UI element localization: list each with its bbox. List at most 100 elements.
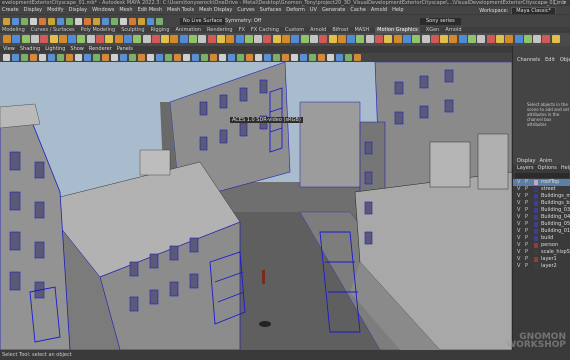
viewport-tool-icon[interactable] xyxy=(291,54,298,61)
layer-color-swatch[interactable] xyxy=(534,194,538,199)
menu-item[interactable]: Windows xyxy=(92,6,114,14)
status-tool-icon[interactable] xyxy=(129,18,136,25)
menu-item[interactable]: UV xyxy=(310,6,317,14)
viewport-tool-icon[interactable] xyxy=(318,54,325,61)
layer-visibility-toggle[interactable]: V xyxy=(517,179,520,186)
shelf-tool-icon[interactable] xyxy=(77,35,86,43)
shelf-tool-icon[interactable] xyxy=(402,35,411,43)
status-tool-icon[interactable] xyxy=(120,18,127,25)
viewport-tool-icon[interactable] xyxy=(336,54,343,61)
shelf-tool-icon[interactable] xyxy=(309,35,318,43)
viewport-tool-icon[interactable] xyxy=(3,54,10,61)
shelf-tool-icon[interactable] xyxy=(21,35,30,43)
shelf-tool-icon[interactable] xyxy=(300,35,309,43)
layer-visibility-toggle[interactable]: V xyxy=(517,228,520,235)
shelf-tool-icon[interactable] xyxy=(170,35,179,43)
shelf-tool-icon[interactable] xyxy=(291,35,300,43)
channelbox-tab[interactable]: Channels xyxy=(517,57,540,63)
layer-row[interactable]: VPscale_hispShow xyxy=(513,249,570,256)
viewport-menu-item[interactable]: Panels xyxy=(117,46,133,53)
shelf-tool-icon[interactable] xyxy=(347,35,356,43)
viewport-menu-item[interactable]: View xyxy=(3,46,15,53)
shelf-tool-icon[interactable] xyxy=(207,35,216,43)
viewport-tool-icon[interactable] xyxy=(210,54,217,61)
shelf-tool-icon[interactable] xyxy=(282,35,290,43)
viewport-tool-icon[interactable] xyxy=(255,54,262,61)
layer-visibility-toggle[interactable]: V xyxy=(517,249,520,256)
shelf-tool-icon[interactable] xyxy=(477,35,486,43)
channelbox-tab[interactable]: Object xyxy=(560,57,570,63)
viewport-tool-icon[interactable] xyxy=(183,54,190,61)
viewport-tool-icon[interactable] xyxy=(102,54,109,61)
shelf-tool-icon[interactable] xyxy=(49,35,58,43)
layer-row[interactable]: V P Building_04 xyxy=(513,214,570,221)
viewport-tool-icon[interactable] xyxy=(129,54,136,61)
shelf-tool-icon[interactable] xyxy=(216,35,225,43)
layer-visibility-toggle[interactable]: V xyxy=(517,221,520,228)
layer-visibility-toggle[interactable]: V xyxy=(517,193,520,200)
menu-item[interactable]: Mesh Tools xyxy=(167,6,194,14)
layer-color-swatch[interactable] xyxy=(534,215,538,220)
layer-row[interactable]: V Player2 xyxy=(513,263,570,270)
layer-visibility-toggle[interactable]: V xyxy=(517,214,520,221)
shelf-tool-icon[interactable] xyxy=(96,35,104,43)
status-tool-icon[interactable] xyxy=(12,18,19,25)
layer-color-swatch[interactable] xyxy=(534,222,538,227)
layer-playback-toggle[interactable]: P xyxy=(525,235,528,242)
layer-row[interactable]: V Pbuild xyxy=(513,235,570,242)
shelf-tool-icon[interactable] xyxy=(30,35,39,43)
viewport-tool-icon[interactable] xyxy=(219,54,226,61)
status-tool-icon[interactable] xyxy=(3,18,10,25)
shelf-tool-icon[interactable] xyxy=(458,35,467,43)
layer-playback-toggle[interactable]: P xyxy=(525,186,528,193)
shelf-tool-icon[interactable] xyxy=(449,35,458,43)
layer-visibility-toggle[interactable]: V xyxy=(517,235,520,242)
layer-row[interactable]: V Pperson xyxy=(513,242,570,249)
menu-item[interactable]: Curves xyxy=(237,6,254,14)
viewport-tool-icon[interactable] xyxy=(345,54,352,61)
layer-playback-toggle[interactable]: P xyxy=(525,228,528,235)
shelf-tool-icon[interactable] xyxy=(244,35,253,43)
shelf-tool-icon[interactable] xyxy=(319,35,328,43)
layer-row[interactable]: V ProofTop xyxy=(513,179,570,186)
shelf-tool-icon[interactable] xyxy=(523,35,532,43)
viewport-tool-icon[interactable] xyxy=(21,54,28,61)
viewport-tool-icon[interactable] xyxy=(138,54,145,61)
viewport-scene[interactable] xyxy=(0,62,512,350)
menu-item[interactable]: Generate xyxy=(322,6,345,14)
shelf-tool-icon[interactable] xyxy=(486,35,495,43)
layer-editor-tab[interactable]: Anim xyxy=(539,158,552,165)
shelf-tool-icon[interactable] xyxy=(533,35,542,43)
layer-playback-toggle[interactable]: P xyxy=(525,179,528,186)
layer-color-swatch[interactable] xyxy=(534,236,538,241)
viewport-menu-item[interactable]: Renderer xyxy=(89,46,112,53)
viewport-tool-icon[interactable] xyxy=(93,54,100,61)
layer-color-swatch[interactable] xyxy=(534,201,538,206)
shelf-tool-icon[interactable] xyxy=(105,35,114,43)
render-camera-field[interactable]: Sony series xyxy=(420,18,461,25)
shelf-tool-icon[interactable] xyxy=(356,35,365,43)
shelf-tool-icon[interactable] xyxy=(272,35,281,43)
shelf-tool-icon[interactable] xyxy=(40,35,49,43)
shelf-tool-icon[interactable] xyxy=(542,35,551,43)
shelf-tool-icon[interactable] xyxy=(189,35,197,43)
shelf-tool-icon[interactable] xyxy=(430,35,439,43)
status-tool-icon[interactable] xyxy=(48,18,55,25)
viewport-menu-item[interactable]: Shading xyxy=(20,46,40,53)
shelf-tool-icon[interactable] xyxy=(12,35,21,43)
shelf-tool-icon[interactable] xyxy=(468,35,476,43)
viewport-tool-icon[interactable] xyxy=(120,54,127,61)
layer-playback-toggle[interactable]: P xyxy=(525,263,528,270)
viewport-tool-icon[interactable] xyxy=(84,54,91,61)
layer-playback-toggle[interactable]: P xyxy=(525,221,528,228)
shelf-tool-icon[interactable] xyxy=(123,35,132,43)
layer-row[interactable]: V P Building_01 xyxy=(513,228,570,235)
status-tool-icon[interactable] xyxy=(30,18,37,25)
shelf-tool-icon[interactable] xyxy=(235,35,244,43)
shelf-tool-icon[interactable] xyxy=(142,35,151,43)
viewport-tool-icon[interactable] xyxy=(57,54,64,61)
viewport-tool-icon[interactable] xyxy=(66,54,73,61)
shelf-tool-icon[interactable] xyxy=(495,35,504,43)
menu-item[interactable]: Mesh xyxy=(119,6,132,14)
shelf-tool-icon[interactable] xyxy=(86,35,95,43)
